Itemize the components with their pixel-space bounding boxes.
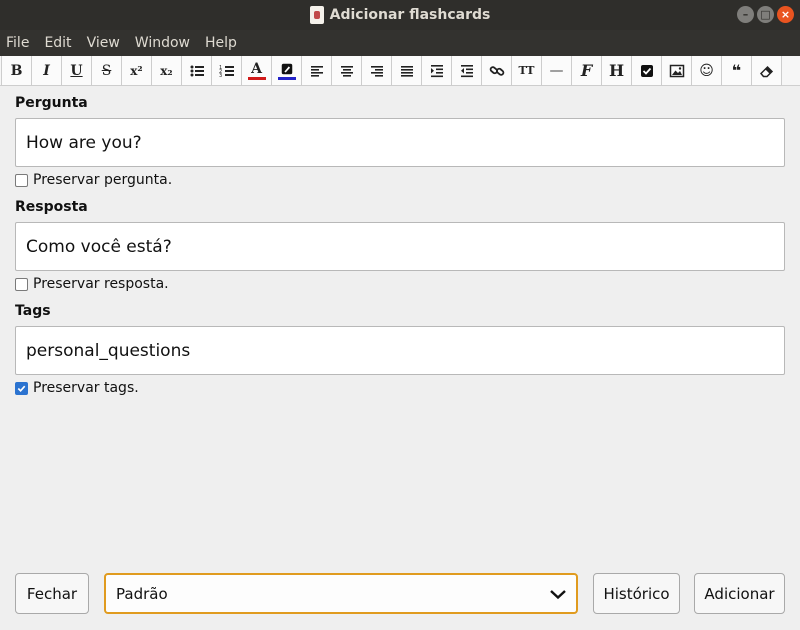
strikethrough-button[interactable]: S: [91, 56, 122, 86]
preserve-answer-checkbox[interactable]: [15, 277, 28, 291]
heading-button[interactable]: H: [601, 56, 632, 86]
eraser-icon: [759, 65, 773, 77]
preserve-tags-checkbox[interactable]: [15, 381, 28, 395]
anki-app-icon: [309, 6, 324, 24]
superscript-button[interactable]: x²: [121, 56, 152, 86]
answer-label: Resposta: [15, 199, 88, 215]
emoji-button[interactable]: ☺: [691, 56, 722, 86]
image-icon: [669, 64, 684, 77]
preserve-question-row[interactable]: Preservar pergunta.: [15, 172, 172, 188]
superscript-icon: x²: [130, 63, 143, 78]
preserve-tags-row[interactable]: Preservar tags.: [15, 380, 139, 396]
preserve-tags-label: Preservar tags.: [33, 380, 139, 396]
question-label: Pergunta: [15, 95, 88, 111]
deck-select[interactable]: Padrão: [104, 573, 578, 614]
eraser-button[interactable]: [751, 56, 782, 86]
link-icon: [489, 65, 504, 76]
subscript-button[interactable]: x₂: [151, 56, 182, 86]
highlight-button[interactable]: [271, 56, 302, 86]
numbered-list-button[interactable]: 123: [211, 56, 242, 86]
horizontal-rule-icon: —: [549, 62, 564, 79]
preserve-answer-label: Preservar resposta.: [33, 276, 169, 292]
menu-edit[interactable]: Edit: [44, 35, 71, 51]
text-color-swatch: [247, 76, 266, 80]
menu-view[interactable]: View: [87, 35, 120, 51]
highlighter-icon: [281, 63, 292, 74]
question-field[interactable]: How are you?: [15, 118, 785, 167]
heading-icon: H: [608, 61, 625, 80]
font-size-icon: TT: [518, 64, 535, 77]
editor-toolbar: B I U S x² x₂ 123 A TT — F H ☺ ❝: [0, 56, 800, 86]
close-icon[interactable]: ×: [777, 6, 794, 23]
outdent-button[interactable]: [451, 56, 482, 86]
tags-label: Tags: [15, 303, 51, 319]
highlight-swatch: [277, 76, 296, 80]
menu-help[interactable]: Help: [205, 35, 237, 51]
tags-field[interactable]: personal_questions: [15, 326, 785, 375]
menu-file[interactable]: File: [6, 35, 29, 51]
quote-icon: ❝: [731, 61, 742, 80]
bold-button[interactable]: B: [1, 56, 32, 86]
underline-button[interactable]: U: [61, 56, 92, 86]
link-button[interactable]: [481, 56, 512, 86]
text-color-icon: A: [251, 60, 262, 77]
function-icon: F: [580, 61, 593, 80]
align-right-button[interactable]: [361, 56, 392, 86]
subscript-icon: x₂: [160, 63, 173, 78]
bullet-list-icon: [190, 65, 204, 76]
align-justify-icon: [400, 65, 413, 77]
preserve-question-label: Preservar pergunta.: [33, 172, 173, 188]
answer-field[interactable]: Como você está?: [15, 222, 785, 271]
indent-button[interactable]: [421, 56, 452, 86]
checkmark-icon: [17, 385, 26, 392]
align-left-icon: [310, 65, 323, 77]
underline-icon: U: [70, 62, 83, 79]
title-bar: Adicionar flashcards – □ ×: [0, 0, 800, 30]
align-left-button[interactable]: [301, 56, 332, 86]
menu-bar: File Edit View Window Help: [0, 30, 800, 56]
deck-select-value: Padrão: [116, 584, 168, 603]
align-center-button[interactable]: [331, 56, 362, 86]
strikethrough-icon: S: [101, 62, 112, 79]
bullet-list-button[interactable]: [181, 56, 212, 86]
font-size-button[interactable]: TT: [511, 56, 542, 86]
checkbox-button[interactable]: [631, 56, 662, 86]
horizontal-rule-button[interactable]: —: [541, 56, 572, 86]
align-right-icon: [370, 65, 383, 77]
add-button[interactable]: Adicionar: [694, 573, 785, 614]
function-button[interactable]: F: [571, 56, 602, 86]
align-center-icon: [340, 65, 353, 77]
svg-text:3: 3: [219, 73, 222, 79]
outdent-icon: [460, 64, 473, 77]
minimize-icon[interactable]: –: [737, 6, 754, 23]
window-title: Adicionar flashcards: [329, 7, 491, 23]
quote-button[interactable]: ❝: [721, 56, 752, 86]
emoji-icon: ☺: [699, 62, 714, 79]
history-button[interactable]: Histórico: [593, 573, 680, 614]
maximize-icon[interactable]: □: [757, 6, 774, 23]
checkbox-icon: [640, 64, 653, 77]
text-color-button[interactable]: A: [241, 56, 272, 86]
chevron-down-icon: [550, 590, 566, 600]
bold-icon: B: [10, 62, 23, 79]
close-button[interactable]: Fechar: [15, 573, 89, 614]
preserve-answer-row[interactable]: Preservar resposta.: [15, 276, 169, 292]
indent-icon: [430, 64, 443, 77]
preserve-question-checkbox[interactable]: [15, 173, 28, 187]
numbered-list-icon: 123: [219, 65, 234, 79]
align-justify-button[interactable]: [391, 56, 422, 86]
italic-icon: I: [43, 62, 50, 79]
menu-window[interactable]: Window: [135, 35, 190, 51]
image-button[interactable]: [661, 56, 692, 86]
italic-button[interactable]: I: [31, 56, 62, 86]
